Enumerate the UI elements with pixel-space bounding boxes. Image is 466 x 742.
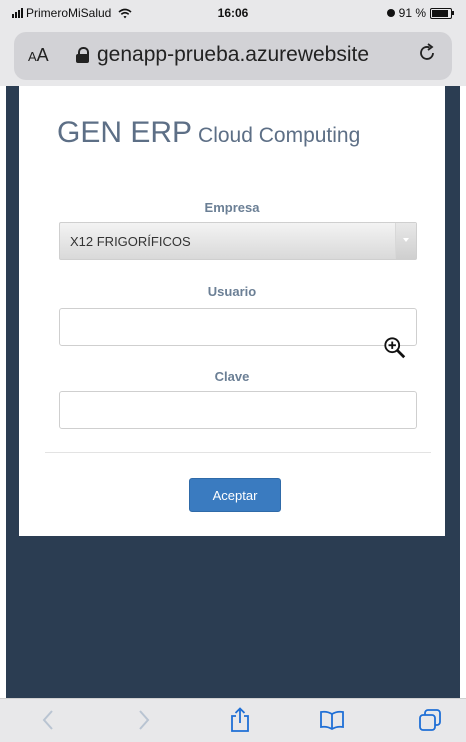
moon-icon <box>386 9 395 17</box>
forward-icon[interactable] <box>126 705 162 735</box>
divider <box>45 452 431 453</box>
browser-toolbar <box>0 698 466 742</box>
company-select[interactable]: X12 FRIGORÍFICOS <box>59 222 417 260</box>
text-size-button[interactable]: AA <box>28 45 49 66</box>
dropdown-arrow-icon <box>395 223 416 259</box>
login-card: GEN ERP Cloud Computing Empresa X12 FRIGO… <box>19 86 445 536</box>
address-area: AA genapp-prueba.azurewebsite <box>0 26 466 86</box>
password-input[interactable] <box>59 391 417 429</box>
tabs-icon[interactable] <box>412 705 448 735</box>
brand-title: GEN ERP Cloud Computing <box>57 116 360 150</box>
brand-main: GEN ERP <box>57 116 193 149</box>
battery-info: 91 % <box>386 6 454 20</box>
share-icon[interactable] <box>222 705 258 735</box>
zoom-in-cursor-icon <box>384 337 406 359</box>
bookmarks-icon[interactable] <box>314 705 350 735</box>
lock-icon <box>76 47 89 63</box>
status-bar: PrimeroMiSalud 16:06 91 % <box>0 0 466 26</box>
accept-button[interactable]: Aceptar <box>189 478 281 512</box>
reload-icon[interactable] <box>416 42 438 70</box>
company-select-value: X12 FRIGORÍFICOS <box>70 234 191 249</box>
battery-icon <box>430 7 454 19</box>
user-input[interactable] <box>59 308 417 346</box>
user-label: Usuario <box>207 284 257 299</box>
battery-percent: 91 % <box>398 6 426 20</box>
brand-sub: Cloud Computing <box>198 124 361 147</box>
company-label: Empresa <box>204 200 260 215</box>
url-text: genapp-prueba.azurewebsite <box>97 43 370 66</box>
back-icon[interactable] <box>30 705 66 735</box>
url-field[interactable]: genapp-prueba.azurewebsite <box>76 43 369 67</box>
password-label: Clave <box>214 369 250 384</box>
address-bar[interactable]: AA genapp-prueba.azurewebsite <box>14 32 452 80</box>
